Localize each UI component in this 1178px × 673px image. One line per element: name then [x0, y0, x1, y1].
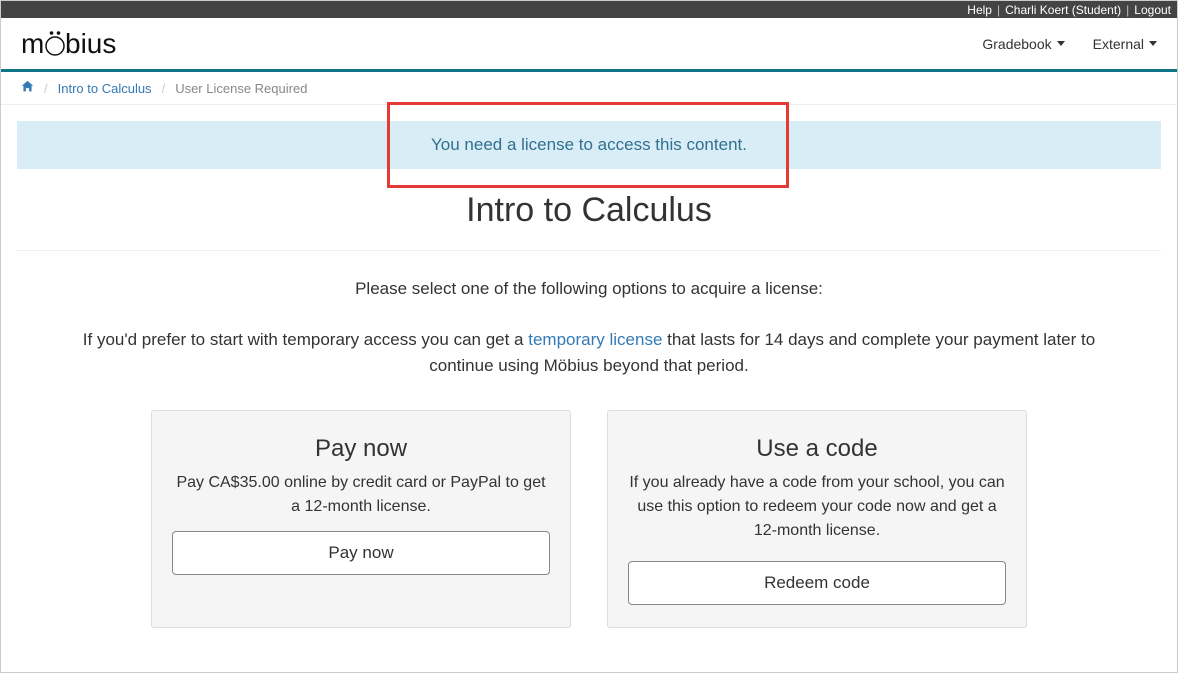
topbar: Help | Charli Koert (Student) | Logout	[1, 1, 1177, 18]
chevron-down-icon	[1149, 41, 1157, 46]
temporary-license-link[interactable]: temporary license	[528, 330, 662, 349]
breadcrumb: / Intro to Calculus / User License Requi…	[1, 72, 1177, 105]
breadcrumb-course[interactable]: Intro to Calculus	[58, 81, 152, 96]
home-icon[interactable]	[21, 80, 34, 96]
user-link[interactable]: Charli Koert (Student)	[1005, 3, 1121, 17]
svg-text:m: m	[21, 29, 44, 59]
topbar-sep: |	[1126, 3, 1129, 17]
pay-now-desc: Pay CA$35.00 online by credit card or Pa…	[172, 471, 550, 519]
content: You need a license to access this conten…	[1, 105, 1177, 644]
nav-gradebook[interactable]: Gradebook	[982, 36, 1064, 52]
help-link[interactable]: Help	[967, 3, 992, 17]
breadcrumb-sep: /	[162, 81, 166, 96]
instructions-text: Please select one of the following optio…	[17, 279, 1161, 299]
chevron-down-icon	[1057, 41, 1065, 46]
nav-gradebook-label: Gradebook	[982, 36, 1051, 52]
redeem-code-button[interactable]: Redeem code	[628, 561, 1006, 605]
license-options: Pay now Pay CA$35.00 online by credit ca…	[17, 410, 1161, 628]
nav-external-label: External	[1093, 36, 1144, 52]
breadcrumb-sep: /	[44, 81, 48, 96]
temp-before: If you'd prefer to start with temporary …	[83, 330, 528, 349]
page-title: Intro to Calculus	[17, 191, 1161, 230]
license-alert: You need a license to access this conten…	[17, 121, 1161, 169]
temporary-access-text: If you'd prefer to start with temporary …	[17, 327, 1161, 378]
breadcrumb-current: User License Required	[175, 81, 307, 96]
pay-now-title: Pay now	[172, 435, 550, 463]
use-code-desc: If you already have a code from your sch…	[628, 471, 1006, 549]
divider	[17, 250, 1161, 251]
pay-now-card: Pay now Pay CA$35.00 online by credit ca…	[151, 410, 571, 628]
topbar-sep: |	[997, 3, 1000, 17]
svg-text:bius: bius	[65, 29, 116, 59]
use-code-title: Use a code	[628, 435, 1006, 463]
mobius-logo[interactable]: m bius	[21, 29, 143, 59]
header: m bius Gradebook External	[1, 18, 1177, 72]
pay-now-button[interactable]: Pay now	[172, 531, 550, 575]
nav-menu: Gradebook External	[982, 36, 1157, 52]
use-code-card: Use a code If you already have a code fr…	[607, 410, 1027, 628]
logout-link[interactable]: Logout	[1134, 3, 1171, 17]
alert-message: You need a license to access this conten…	[431, 135, 747, 154]
nav-external[interactable]: External	[1093, 36, 1157, 52]
